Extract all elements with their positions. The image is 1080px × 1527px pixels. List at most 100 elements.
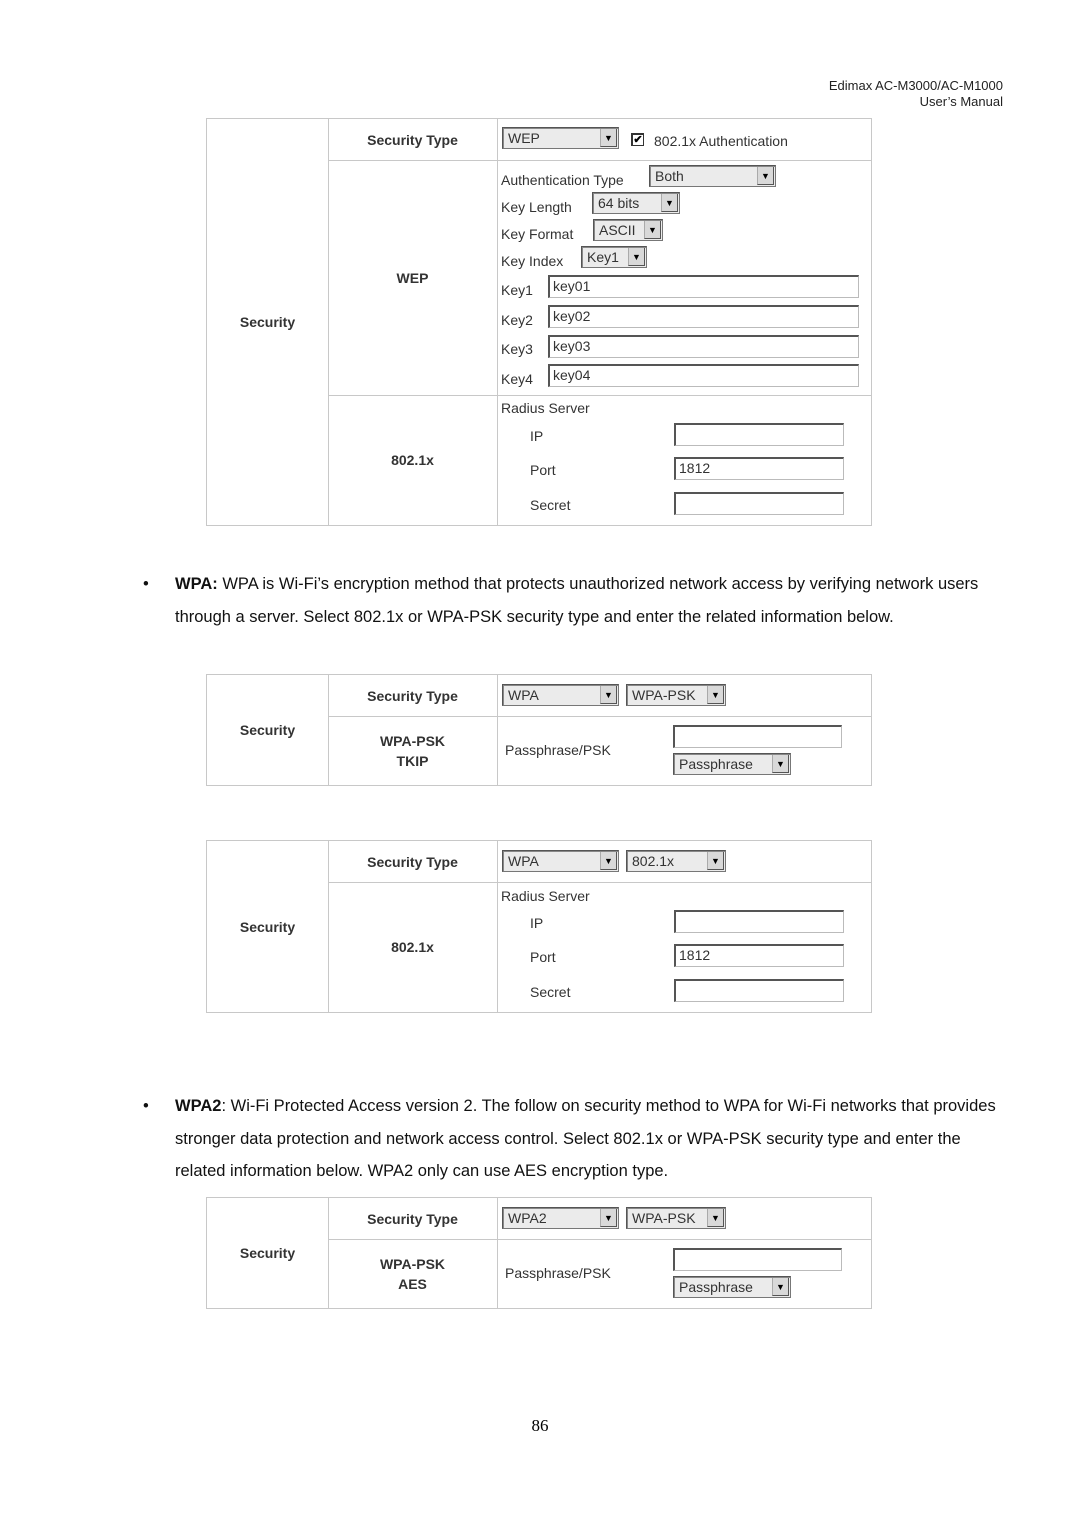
security-type-selected: WPA bbox=[508, 853, 539, 869]
security-type-selected: WPA bbox=[508, 687, 539, 703]
chevron-down-icon: ▼ bbox=[772, 755, 789, 773]
passphrase-input[interactable] bbox=[673, 1248, 842, 1271]
radius-settings-cell: Radius Server IP Port 1812 Secret bbox=[498, 882, 871, 1012]
psk-mode-cell: WPA-PSK TKIP bbox=[328, 716, 498, 785]
auth-8021x-checkbox[interactable]: ✔ bbox=[631, 133, 644, 146]
chevron-down-icon: ▼ bbox=[628, 248, 645, 266]
security-type-label: Security Type bbox=[367, 687, 458, 704]
wpa-description: • WPA: WPA is Wi-Fi’s encryption method … bbox=[143, 568, 1013, 633]
wpa-mode-select[interactable]: 802.1x ▼ bbox=[626, 850, 726, 872]
chevron-down-icon: ▼ bbox=[600, 852, 617, 870]
psk-cipher-label: AES bbox=[398, 1275, 427, 1292]
dot1x-label: 802.1x bbox=[391, 452, 434, 468]
key4-input[interactable]: key04 bbox=[548, 364, 859, 387]
security-type-label: Security Type bbox=[367, 1210, 458, 1227]
psk-settings-cell: Passphrase/PSK Passphrase ▼ bbox=[498, 716, 871, 785]
psk-mode-label: WPA-PSK AES bbox=[380, 1254, 445, 1294]
dot1x-row: 802.1x Radius Server IP Port 1812 Secret bbox=[328, 882, 871, 1012]
passphrase-input[interactable] bbox=[673, 725, 842, 748]
passphrase-format-selected: Passphrase bbox=[679, 756, 753, 772]
security-section-cell: Security bbox=[207, 119, 329, 525]
security-type-value-cell: WPA ▼ 802.1x ▼ bbox=[498, 841, 871, 882]
key2-label: Key2 bbox=[501, 312, 533, 328]
radius-server-label: Radius Server bbox=[501, 400, 590, 416]
chevron-down-icon: ▼ bbox=[707, 852, 724, 870]
key-index-label: Key Index bbox=[501, 253, 564, 269]
key3-input[interactable]: key03 bbox=[548, 335, 859, 358]
security-type-label: Security Type bbox=[367, 853, 458, 870]
psk-settings-cell: Passphrase/PSK Passphrase ▼ bbox=[498, 1239, 871, 1308]
auth-8021x-label: 802.1x Authentication bbox=[654, 133, 788, 149]
dot1x-cell: 802.1x bbox=[328, 882, 498, 1012]
chevron-down-icon: ▼ bbox=[600, 686, 617, 704]
auth-type-select[interactable]: Both ▼ bbox=[649, 165, 776, 187]
dot1x-row: 802.1x Radius Server IP Port 1812 Secret bbox=[328, 395, 871, 525]
wpa-description-text: WPA: WPA is Wi-Fi’s encryption method th… bbox=[175, 568, 1013, 633]
security-section-cell: Security bbox=[207, 1198, 329, 1308]
security-type-row: Security Type WEP ▼ ✔ 802.1x Authenticat… bbox=[328, 119, 871, 161]
page-number: 86 bbox=[531, 1416, 549, 1435]
chevron-down-icon: ▼ bbox=[772, 1278, 789, 1296]
key-index-selected: Key1 bbox=[587, 249, 619, 265]
radius-ip-input[interactable] bbox=[674, 910, 844, 933]
wep-settings-cell: Authentication Type Both ▼ Key Length 64… bbox=[498, 160, 871, 395]
security-type-select[interactable]: WPA2 ▼ bbox=[502, 1207, 619, 1229]
radius-ip-label: IP bbox=[530, 915, 544, 931]
security-type-select[interactable]: WEP ▼ bbox=[502, 127, 619, 149]
security-type-selected: WPA2 bbox=[508, 1210, 547, 1226]
security-label: Security bbox=[239, 314, 296, 330]
key-format-label: Key Format bbox=[501, 226, 574, 242]
wep-cell: WEP bbox=[328, 160, 498, 395]
key4-label: Key4 bbox=[501, 371, 533, 387]
dot1x-label: 802.1x bbox=[391, 939, 434, 955]
security-type-cell: Security Type bbox=[328, 841, 498, 882]
radius-port-input[interactable]: 1812 bbox=[674, 944, 844, 967]
key-format-select[interactable]: ASCII ▼ bbox=[593, 219, 663, 241]
radius-ip-label: IP bbox=[530, 428, 544, 444]
auth-type-label: Authentication Type bbox=[501, 172, 624, 188]
auth-type-selected: Both bbox=[655, 168, 684, 184]
security-section-cell: Security bbox=[207, 675, 329, 785]
page-header: Edimax AC-M3000/AC-M1000 User’s Manual bbox=[829, 78, 1003, 110]
chevron-down-icon: ▼ bbox=[707, 686, 724, 704]
wpa-mode-selected: WPA-PSK bbox=[632, 1210, 696, 1226]
wpa2-lead: WPA2 bbox=[175, 1097, 222, 1115]
chevron-down-icon: ▼ bbox=[644, 221, 661, 239]
bullet: • bbox=[143, 575, 149, 593]
psk-cipher-label: TKIP bbox=[396, 752, 429, 769]
radius-secret-input[interactable] bbox=[674, 492, 844, 515]
wpa-mode-selected: WPA-PSK bbox=[632, 687, 696, 703]
security-label: Security bbox=[239, 1245, 296, 1261]
radius-port-label: Port bbox=[530, 949, 556, 965]
passphrase-label: Passphrase/PSK bbox=[505, 742, 611, 758]
passphrase-format-select[interactable]: Passphrase ▼ bbox=[673, 1276, 791, 1298]
security-type-selected: WEP bbox=[508, 130, 540, 146]
security-type-select[interactable]: WPA ▼ bbox=[502, 850, 619, 872]
radius-port-label: Port bbox=[530, 462, 556, 478]
radius-secret-label: Secret bbox=[530, 497, 571, 513]
chevron-down-icon: ▼ bbox=[661, 194, 678, 212]
wpa2-description-text: WPA2: Wi-Fi Protected Access version 2. … bbox=[175, 1090, 1013, 1188]
radius-secret-input[interactable] bbox=[674, 979, 844, 1002]
wpa2-text: : Wi-Fi Protected Access version 2. The … bbox=[175, 1097, 996, 1180]
wpa-mode-select[interactable]: WPA-PSK ▼ bbox=[626, 1207, 726, 1229]
passphrase-format-select[interactable]: Passphrase ▼ bbox=[673, 753, 791, 775]
security-type-row: Security Type WPA2 ▼ WPA-PSK ▼ bbox=[328, 1198, 871, 1240]
security-type-select[interactable]: WPA ▼ bbox=[502, 684, 619, 706]
radius-server-label: Radius Server bbox=[501, 888, 590, 904]
wpa-psk-config-panel: Security Security Type WPA ▼ WPA-PSK ▼ W… bbox=[206, 674, 872, 786]
header-manual: User’s Manual bbox=[919, 94, 1003, 109]
radius-secret-label: Secret bbox=[530, 984, 571, 1000]
key-index-select[interactable]: Key1 ▼ bbox=[581, 246, 647, 268]
radius-ip-input[interactable] bbox=[674, 423, 844, 446]
key1-input[interactable]: key01 bbox=[548, 275, 859, 298]
security-type-value-cell: WPA ▼ WPA-PSK ▼ bbox=[498, 675, 871, 716]
key-length-select[interactable]: 64 bits ▼ bbox=[592, 192, 680, 214]
psk-mode-cell: WPA-PSK AES bbox=[328, 1239, 498, 1308]
wpa-mode-select[interactable]: WPA-PSK ▼ bbox=[626, 684, 726, 706]
key2-input[interactable]: key02 bbox=[548, 305, 859, 328]
radius-port-input[interactable]: 1812 bbox=[674, 457, 844, 480]
psk-mode-line1: WPA-PSK bbox=[379, 732, 446, 749]
security-type-label: Security Type bbox=[367, 131, 458, 148]
chevron-down-icon: ▼ bbox=[707, 1209, 724, 1227]
